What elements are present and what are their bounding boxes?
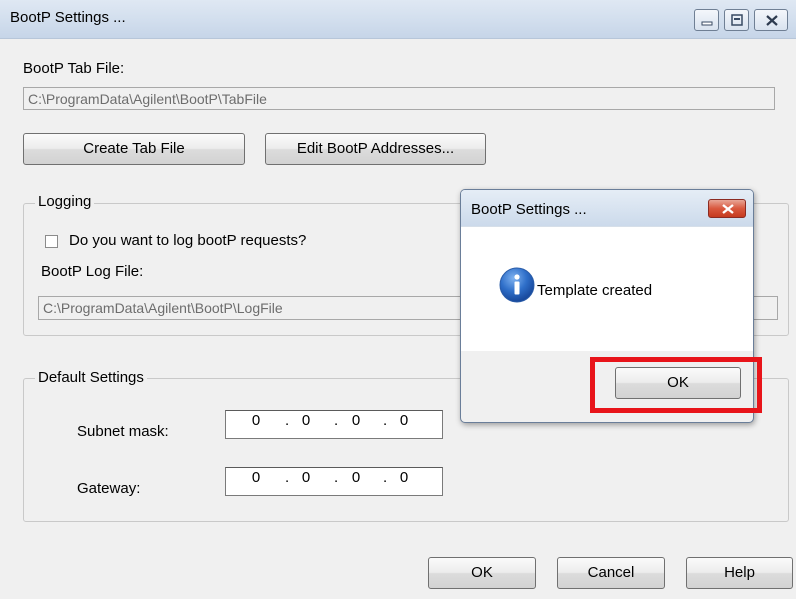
maximize-button[interactable] — [724, 9, 749, 31]
cancel-button[interactable]: Cancel — [557, 557, 665, 589]
gateway-label: Gateway: — [77, 480, 141, 497]
tab-file-label: BootP Tab File: — [23, 60, 125, 77]
gateway-octet-3: 0 — [351, 469, 361, 486]
minimize-button[interactable] — [694, 9, 719, 31]
tab-file-path-field[interactable]: C:\ProgramData\Agilent\BootP\TabFile — [23, 87, 775, 110]
gateway-octet-4: 0 — [399, 469, 409, 486]
gateway-octet-2: 0 — [301, 469, 311, 486]
subnet-mask-label: Subnet mask: — [77, 423, 169, 440]
close-button[interactable] — [754, 9, 788, 31]
window-title: BootP Settings ... — [10, 9, 126, 26]
info-icon — [499, 267, 535, 303]
highlight-box — [590, 357, 762, 413]
subnet-octet-4: 0 — [399, 412, 409, 429]
ok-button[interactable]: OK — [428, 557, 536, 589]
help-button[interactable]: Help — [686, 557, 793, 589]
title-bar: BootP Settings ... — [0, 0, 796, 39]
message-box-close-button[interactable] — [708, 199, 746, 218]
log-file-label: BootP Log File: — [41, 263, 144, 280]
log-requests-label: Do you want to log bootP requests? — [69, 232, 307, 249]
gateway-octet-1: 0 — [251, 469, 261, 486]
default-settings-group-title: Default Settings — [35, 369, 147, 386]
close-icon — [766, 15, 778, 26]
message-box-title-bar: BootP Settings ... — [461, 190, 753, 226]
ip-dot: . — [285, 469, 290, 486]
log-requests-checkbox[interactable] — [45, 235, 58, 248]
ip-dot: . — [334, 412, 339, 429]
ip-dot: . — [383, 469, 388, 486]
subnet-octet-2: 0 — [301, 412, 311, 429]
message-text: Template created — [537, 282, 653, 299]
ip-dot: . — [334, 469, 339, 486]
create-tab-file-button[interactable]: Create Tab File — [23, 133, 245, 165]
subnet-octet-1: 0 — [251, 412, 261, 429]
close-icon — [722, 204, 734, 214]
ip-dot: . — [285, 412, 290, 429]
gateway-input[interactable]: 0 . 0 . 0 . 0 — [225, 467, 443, 496]
ip-dot: . — [383, 412, 388, 429]
message-box-title: BootP Settings ... — [471, 201, 587, 218]
edit-bootp-addresses-button[interactable]: Edit BootP Addresses... — [265, 133, 486, 165]
subnet-octet-3: 0 — [351, 412, 361, 429]
minimize-icon — [701, 21, 713, 26]
maximize-icon — [731, 14, 743, 26]
logging-group-title: Logging — [35, 193, 95, 210]
subnet-mask-input[interactable]: 0 . 0 . 0 . 0 — [225, 410, 443, 439]
